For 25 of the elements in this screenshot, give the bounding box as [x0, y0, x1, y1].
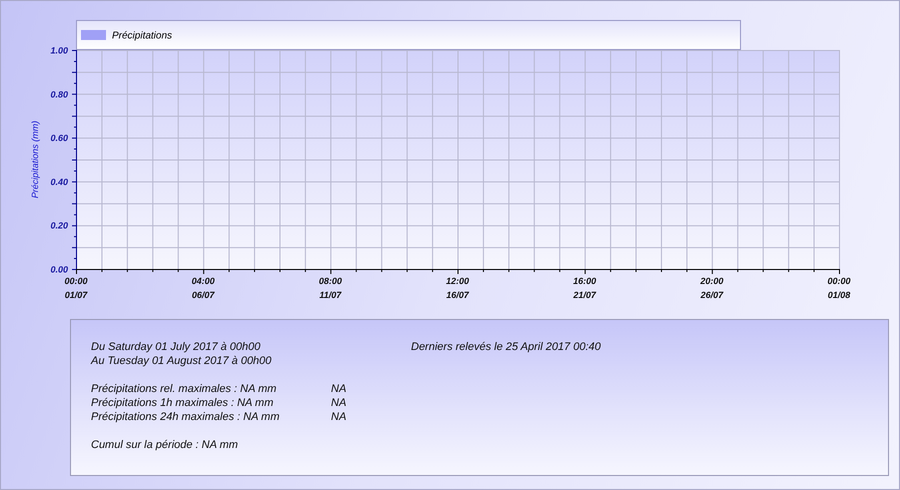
legend-label: Précipitations — [112, 30, 172, 42]
y-axis-title: Précipitations (mm) — [30, 120, 40, 198]
y-tick-label: 0.20 — [50, 220, 68, 231]
x-tick-label: 16:00 21/07 — [573, 276, 596, 300]
y-tick-label: 0.60 — [50, 133, 68, 144]
y-tick-label: 1.00 — [50, 46, 68, 56]
maximum-time: NA — [331, 382, 346, 396]
maximum-time: NA — [331, 410, 346, 424]
y-tick-label: 0.80 — [50, 89, 68, 100]
period-text: Au Tuesday 01 August 2017 à 00h00 — [91, 354, 272, 368]
period-text: Du Saturday 01 July 2017 à 00h00 — [91, 340, 262, 354]
y-tick-label: 0.40 — [50, 176, 68, 187]
y-tick-label: 0.00 — [50, 264, 68, 274]
maximum-label: Précipitations rel. maximales : NA mm — [91, 382, 278, 396]
x-tick-label: 12:00 16/07 — [446, 276, 470, 300]
x-tick-label: 04:00 06/07 — [192, 276, 215, 300]
last-reading-text: Derniers relevés le 25 April 2017 00:40 — [411, 340, 601, 355]
x-tick-label: 20:00 26/07 — [700, 276, 724, 300]
maximum-label: Précipitations 24h maximales : NA mm — [91, 410, 280, 424]
x-tick-label: 00:00 01/08 — [827, 276, 851, 300]
x-tick-label: 08:00 11/07 — [318, 276, 342, 300]
cumul-text: Cumul sur la période : NA mm — [91, 438, 239, 452]
x-tick-label: 00:00 01/07 — [64, 276, 88, 300]
maximum-label: Précipitations 1h maximales : NA mm — [91, 396, 274, 410]
maximum-time: NA — [331, 396, 346, 410]
